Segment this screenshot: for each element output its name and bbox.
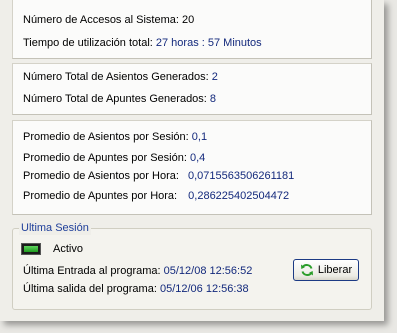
apuntes-sesion-value: 0,4 (189, 152, 206, 164)
tiempo-row: Tiempo de utilización total: 27 horas : … (23, 37, 262, 50)
status-label: Activo (53, 243, 83, 255)
tiempo-value: 27 horas : 57 Minutos (155, 37, 262, 49)
averages-stats-panel: Promedio de Asientos por Sesión: 0,1 Pro… (12, 120, 372, 215)
liberar-button-label: Liberar (317, 264, 353, 276)
asientos-hora-value: 0,0715563506261181 (187, 170, 295, 182)
ultima-sesion-title: Ultima Sesión (19, 221, 91, 235)
accesos-row: Número de Accesos al Sistema: 20 (23, 14, 194, 27)
total-apuntes-label: Número Total de Apuntes Generados: (23, 93, 207, 105)
statistics-window: Número de Accesos al Sistema: 20 Tiempo … (0, 0, 384, 321)
total-apuntes-value: 8 (209, 93, 217, 105)
totals-stats-panel: Número Total de Asientos Generados: 2 Nú… (12, 63, 372, 115)
liberar-button[interactable]: Liberar (293, 259, 359, 281)
apuntes-hora-row: Promedio de Apuntes por Hora: 0,28622540… (23, 190, 289, 203)
asientos-hora-label: Promedio de Asientos por Hora: (23, 170, 179, 182)
tiempo-label: Tiempo de utilización total: (23, 37, 153, 49)
access-stats-panel: Número de Accesos al Sistema: 20 Tiempo … (12, 0, 372, 59)
accesos-value: 20 (181, 14, 195, 26)
apuntes-sesion-label: Promedio de Apuntes por Sesión: (23, 152, 187, 164)
ultima-sesion-group: Ultima Sesión Activo Última Entrada al p… (12, 221, 372, 310)
asientos-sesion-label: Promedio de Asientos por Sesión: (23, 131, 189, 143)
accesos-label: Número de Accesos al Sistema: (23, 14, 179, 26)
status-active-icon (21, 243, 41, 255)
asientos-sesion-value: 0,1 (191, 131, 208, 143)
salida-label: Última salida del programa: (23, 283, 157, 295)
apuntes-hora-label: Promedio de Apuntes por Hora: (23, 190, 178, 202)
asientos-hora-row: Promedio de Asientos por Hora: 0,0715563… (23, 170, 294, 183)
total-apuntes-row: Número Total de Apuntes Generados: 8 (23, 93, 216, 106)
apuntes-sesion-row: Promedio de Apuntes por Sesión: 0,4 (23, 152, 205, 165)
entrada-row: Última Entrada al programa: 05/12/08 12:… (23, 265, 252, 278)
total-asientos-row: Número Total de Asientos Generados: 2 (23, 71, 218, 84)
entrada-label: Última Entrada al programa: (23, 265, 161, 277)
refresh-icon (300, 263, 314, 277)
total-asientos-value: 2 (211, 71, 218, 83)
entrada-value: 05/12/08 12:56:52 (163, 265, 253, 277)
asientos-sesion-row: Promedio de Asientos por Sesión: 0,1 (23, 131, 207, 144)
apuntes-hora-value: 0,286225402504472 (188, 190, 290, 202)
total-asientos-label: Número Total de Asientos Generados: (23, 71, 209, 83)
salida-value: 05/12/06 12:56:38 (159, 283, 249, 295)
salida-row: Última salida del programa: 05/12/06 12:… (23, 283, 249, 296)
